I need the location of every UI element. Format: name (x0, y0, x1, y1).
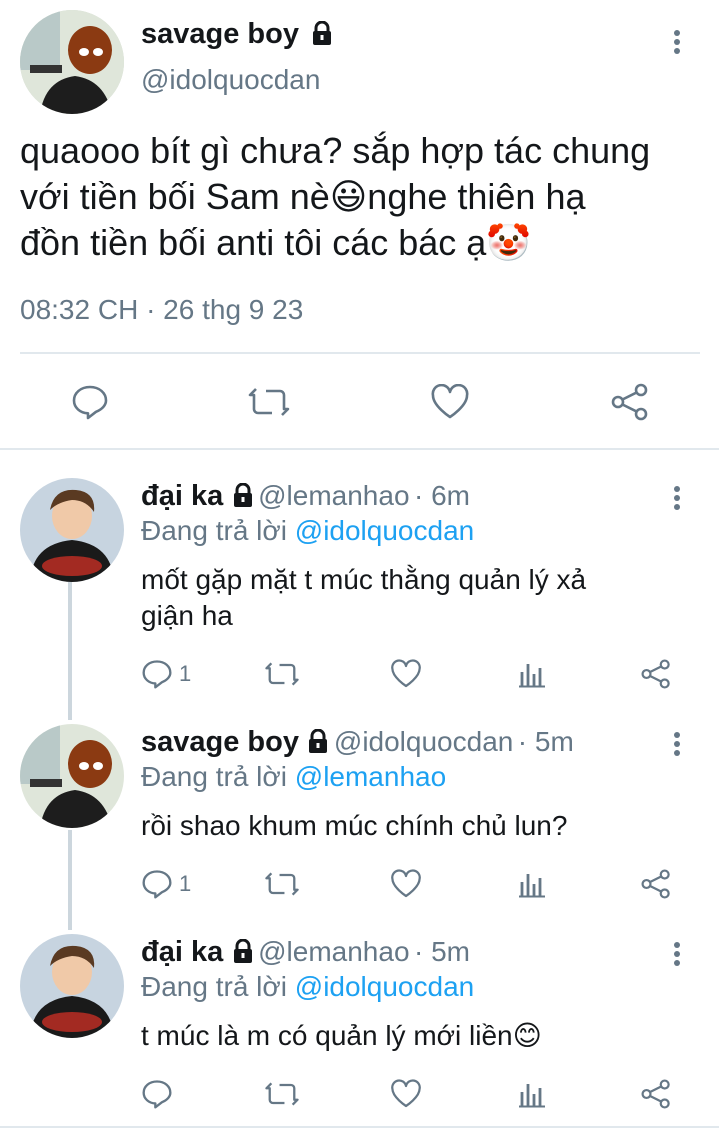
reply-text-line: t múc là m có quản lý mới liền😊 (141, 1020, 542, 1051)
lock-icon (311, 21, 333, 45)
lock-icon (232, 483, 254, 507)
reply-icon[interactable]: 1 (141, 656, 191, 692)
reply-author-name[interactable]: savage boy (141, 726, 299, 758)
replying-to-label: Đang trả lời (141, 515, 287, 546)
tweet-text: quaooo bít gì chưa? sắp hợp tác chung vớ… (20, 128, 650, 266)
reply-icon[interactable] (141, 1076, 179, 1112)
replying-to-link[interactable]: @lemanhao (295, 761, 446, 792)
retweet-icon[interactable] (262, 656, 302, 692)
author-name[interactable]: savage boy (141, 18, 299, 50)
like-icon[interactable] (386, 1076, 426, 1112)
reply-icon[interactable] (68, 380, 112, 424)
divider (20, 352, 700, 354)
reply-text: mốt gặp mặt t múc thằng quản lý xả giận … (141, 562, 586, 634)
replying-to-link[interactable]: @idolquocdan (295, 515, 474, 546)
tweet-text-line: quaooo bít gì chưa? sắp hợp tác chung (20, 130, 651, 171)
reply-time: · 5m (413, 936, 470, 967)
more-options-icon[interactable] (662, 726, 692, 762)
like-icon[interactable] (386, 656, 426, 692)
reply-author-handle[interactable]: @lemanhao (258, 480, 409, 511)
share-icon[interactable] (636, 866, 676, 902)
reply-text-line: mốt gặp mặt t múc thằng quản lý xả (141, 564, 587, 595)
reply-author-name[interactable]: đại ka (141, 936, 223, 968)
avatar[interactable] (20, 724, 124, 828)
reply-text-line: rồi shao khum múc chính chủ lun? (141, 810, 568, 841)
reply-time: · 5m (517, 726, 574, 757)
retweet-icon[interactable] (262, 866, 302, 902)
reply-text: rồi shao khum múc chính chủ lun? (141, 808, 567, 844)
divider (0, 1126, 719, 1128)
reply-text: t múc là m có quản lý mới liền😊 (141, 1018, 542, 1054)
reply-time: · 6m (413, 480, 470, 511)
like-icon[interactable] (428, 380, 472, 424)
avatar[interactable] (20, 934, 124, 1038)
replying-to-label: Đang trả lời (141, 761, 287, 792)
analytics-icon[interactable] (512, 866, 552, 902)
thread-line (68, 830, 72, 930)
share-icon[interactable] (608, 380, 652, 424)
tweet-text-line: với tiền bối Sam nè😃nghe thiên hạ (20, 176, 586, 217)
retweet-icon[interactable] (262, 1076, 302, 1112)
reply-count: 1 (179, 661, 192, 686)
analytics-icon[interactable] (512, 1076, 552, 1112)
share-icon[interactable] (636, 1076, 676, 1112)
tweet-timestamp[interactable]: 08:32 CH · 26 thg 9 23 (20, 294, 303, 326)
more-options-icon[interactable] (662, 936, 692, 972)
lock-icon (307, 729, 329, 753)
lock-icon (232, 939, 254, 963)
section-divider (0, 448, 719, 450)
like-icon[interactable] (386, 866, 426, 902)
avatar[interactable] (20, 10, 124, 114)
replying-to-label: Đang trả lời (141, 971, 287, 1002)
reply-author-handle[interactable]: @lemanhao (258, 936, 409, 967)
avatar[interactable] (20, 478, 124, 582)
reply-author-name[interactable]: đại ka (141, 480, 223, 512)
analytics-icon[interactable] (512, 656, 552, 692)
reply-text-line: giận ha (141, 600, 233, 631)
tweet-text-line: đồn tiền bối anti tôi các bác ạ🤡 (20, 222, 532, 263)
more-options-icon[interactable] (662, 480, 692, 516)
more-options-icon[interactable] (662, 22, 692, 62)
thread-line (68, 582, 72, 720)
author-handle[interactable]: @idolquocdan (141, 64, 320, 96)
reply-count: 1 (179, 871, 192, 896)
retweet-icon[interactable] (247, 380, 291, 424)
share-icon[interactable] (636, 656, 676, 692)
reply-icon[interactable]: 1 (141, 866, 191, 902)
reply-author-handle[interactable]: @idolquocdan (334, 726, 513, 757)
replying-to-link[interactable]: @idolquocdan (295, 971, 474, 1002)
